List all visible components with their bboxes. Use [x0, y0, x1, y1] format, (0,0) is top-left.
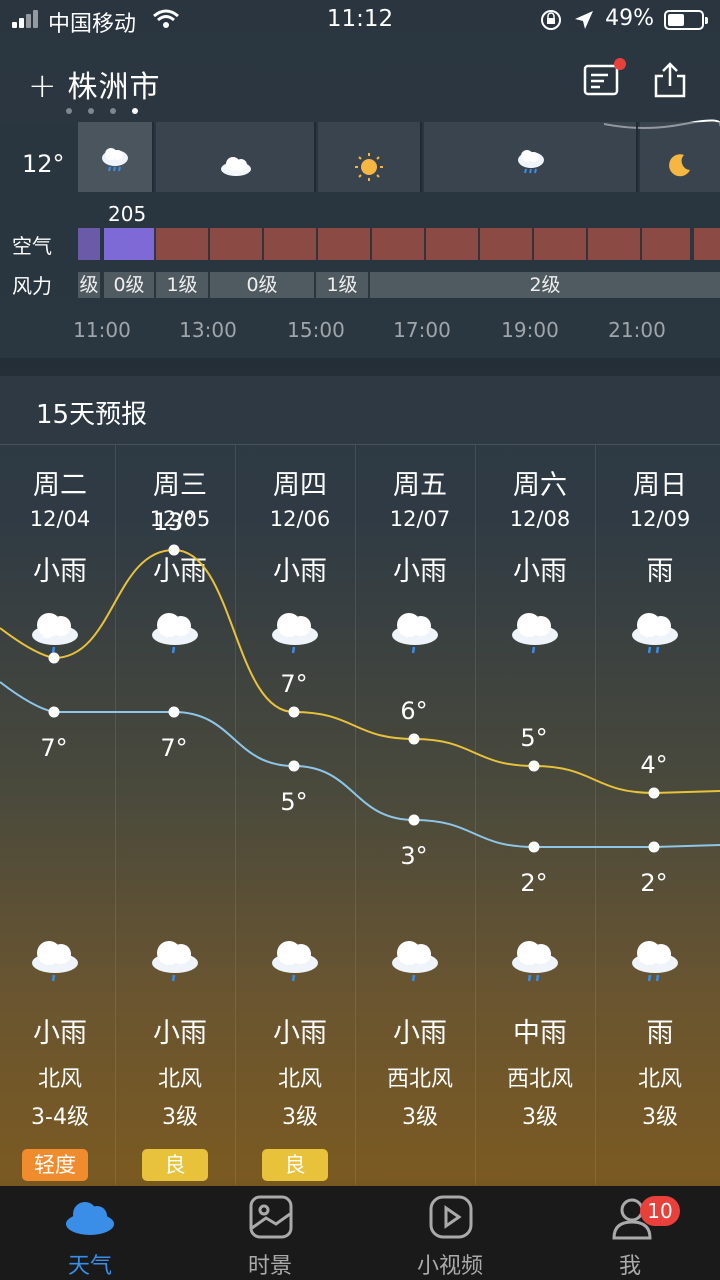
add-icon: + [28, 66, 58, 106]
low-temp-line [0, 681, 720, 848]
hour-cell[interactable] [318, 122, 422, 192]
wind-segment: 0级 [210, 272, 316, 298]
status-bar: 中国移动 11:12 49% [0, 0, 720, 40]
low-temp-label: 5° [280, 788, 307, 816]
section-divider [0, 358, 720, 376]
light-rain-icon [518, 150, 544, 174]
air-quality-label: 空气 [12, 234, 52, 258]
time-label: 17:00 [393, 318, 451, 342]
low-temp-label: 7° [40, 734, 67, 762]
news-button[interactable] [582, 58, 626, 100]
low-temp-point [288, 760, 300, 772]
wind-segment: 0级 [104, 272, 156, 298]
high-temp-label: 13° [153, 508, 196, 536]
temperature-chart: 9° 7° 13° 7° 7° 5° 6° 3° 5° 2° 4° 2° [0, 508, 720, 897]
battery-percent: 49% [605, 6, 654, 31]
aqi-bar [694, 228, 720, 260]
tab-short-video[interactable]: 小视频 [360, 1186, 540, 1280]
add-city-button[interactable]: + 株洲市 [28, 62, 161, 106]
high-temp-point [288, 706, 300, 718]
high-temp-label: 6° [400, 697, 427, 725]
aqi-bar [426, 228, 480, 260]
aqi-bar [210, 228, 264, 260]
low-temp-point [48, 706, 60, 718]
location-icon [575, 11, 593, 29]
aqi-bar [156, 228, 210, 260]
high-temp-label: 9° [40, 616, 67, 644]
video-play-icon [429, 1195, 473, 1239]
aqi-bar [534, 228, 588, 260]
current-temperature: 12° [22, 150, 65, 178]
tab-scenery[interactable]: 时景 [180, 1186, 360, 1280]
aqi-bar [372, 228, 426, 260]
share-icon [654, 62, 686, 98]
tab-me[interactable]: 我 [540, 1186, 720, 1280]
aqi-bar [642, 228, 692, 260]
high-temp-label: 4° [640, 751, 667, 779]
high-temp-point [408, 733, 420, 745]
notification-badge: 10 [640, 1196, 680, 1226]
page-indicator [66, 108, 146, 118]
hour-cell[interactable] [78, 122, 154, 192]
wind-segment: 1级 [316, 272, 370, 298]
tab-label: 天气 [67, 1254, 112, 1279]
cloud-icon [66, 1202, 114, 1235]
tab-label: 小视频 [416, 1254, 483, 1279]
low-temp-label: 3° [400, 842, 427, 870]
low-temp-point [408, 814, 420, 826]
tab-label: 时景 [247, 1254, 292, 1279]
tab-weather[interactable]: 天气 [0, 1186, 180, 1280]
low-temp-point [168, 706, 180, 718]
share-button[interactable] [650, 60, 690, 100]
high-temp-point [528, 760, 540, 772]
city-name: 株洲市 [67, 70, 161, 105]
high-temp-label: 7° [280, 670, 307, 698]
wind-segment: 2级 [370, 272, 720, 298]
moon-icon [669, 154, 690, 177]
light-rain-icon [102, 148, 128, 172]
wind-segment: 1级 [156, 272, 210, 298]
low-temp-label: 7° [160, 734, 187, 762]
high-temp-point [168, 544, 180, 556]
time-label: 19:00 [501, 318, 559, 342]
high-temp-label: 5° [520, 724, 547, 752]
forecast-title: 15天预报 [36, 400, 148, 430]
aqi-bar [480, 228, 534, 260]
aqi-bar [264, 228, 318, 260]
time-label: 11:00 [73, 318, 131, 342]
cloudy-icon [221, 157, 251, 176]
hour-cell[interactable] [156, 122, 316, 192]
battery-icon [664, 10, 708, 30]
low-temp-label: 2° [640, 869, 667, 897]
aqi-bar [588, 228, 642, 260]
aqi-bar [104, 228, 156, 260]
high-temp-point [648, 787, 660, 799]
image-icon [249, 1195, 293, 1239]
sunny-icon [355, 153, 383, 181]
aqi-bar [78, 228, 102, 260]
aqi-bar [318, 228, 372, 260]
tab-label: 我 [618, 1254, 641, 1279]
hour-cell[interactable] [640, 122, 720, 192]
notification-dot [614, 58, 626, 70]
time-label: 21:00 [608, 318, 666, 342]
high-temp-line [0, 548, 720, 795]
low-temp-point [528, 841, 540, 853]
hour-cell[interactable] [424, 122, 638, 192]
wind-label: 风力 [12, 274, 52, 298]
high-temp-point [48, 652, 60, 664]
hourly-forecast[interactable]: 12° 空气 风力 205 级 0级 1级 0级 1级 2级 11:00 13:… [0, 122, 720, 358]
wind-segment: 级 [78, 272, 102, 298]
bottom-nav: 天气 时景 小视频 我 [0, 1186, 720, 1280]
low-temp-label: 2° [520, 869, 547, 897]
low-temp-point [648, 841, 660, 853]
rotation-lock-icon [541, 10, 561, 30]
header: + 株洲市 [0, 56, 720, 129]
time-label: 13:00 [179, 318, 237, 342]
time-label: 15:00 [287, 318, 345, 342]
aqi-value: 205 [108, 202, 147, 226]
